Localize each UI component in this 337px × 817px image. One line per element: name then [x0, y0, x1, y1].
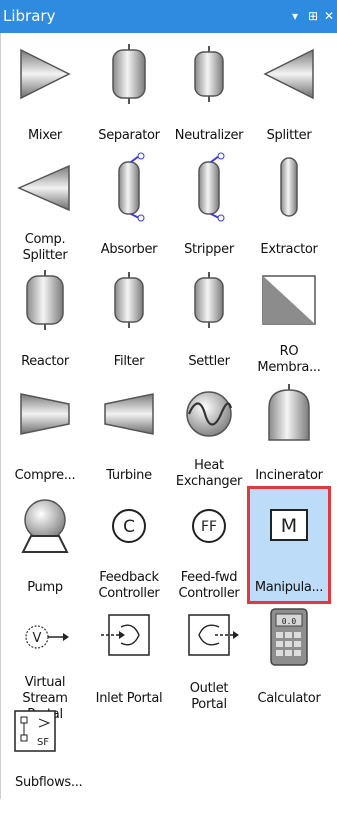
outlet-portal-icon [169, 603, 249, 669]
library-item-settler[interactable]: Settler [169, 262, 249, 376]
library-item-incinerator[interactable]: Incinerator [249, 376, 329, 490]
library-item-label: Settler [188, 354, 230, 369]
library-item-label: Pump [27, 580, 63, 595]
manipulator-icon: M [249, 492, 329, 558]
comp-splitter-icon [5, 154, 85, 220]
library-item-label: Manipula... [254, 580, 324, 595]
ro-membrane-icon [249, 266, 329, 332]
library-title-bar: Library ▾ ⊞ ✕ [0, 0, 337, 33]
library-item-stripper[interactable]: Stripper [169, 150, 249, 264]
library-item-label: Splitter [266, 128, 312, 143]
svg-text:V: V [33, 631, 42, 646]
library-item-subflows[interactable]: SF Subflows... [5, 703, 85, 817]
library-item-label: Absorber [100, 242, 158, 257]
library-item-label: Subflows... [15, 775, 83, 790]
turbine-icon [89, 380, 169, 446]
svg-text:SF: SF [37, 737, 49, 748]
reactor-icon [5, 266, 85, 332]
library-item-label: Heat Exchanger [175, 458, 243, 489]
svg-text:FF: FF [201, 519, 217, 535]
subflows-icon: SF [5, 707, 93, 773]
inlet-portal-icon [89, 603, 169, 669]
library-item-label: Stripper [184, 242, 234, 257]
library-item-neutralizer[interactable]: Neutralizer [169, 36, 249, 150]
library-item-absorber[interactable]: Absorber [89, 150, 169, 264]
library-item-label: Feedback Controller [98, 570, 160, 601]
library-item-pump[interactable]: Pump [5, 488, 85, 602]
library-item-feedforward-controller[interactable]: FF Feed-fwd Controller [169, 488, 249, 602]
virtual-stream-portal-icon: V [5, 603, 85, 669]
feedforward-controller-icon: FF [169, 492, 249, 558]
separator-icon [89, 40, 169, 106]
heat-exchanger-icon [169, 380, 249, 446]
library-item-label: Outlet Portal [189, 681, 229, 712]
library-item-label: Feed-fwd Controller [178, 570, 240, 601]
library-item-splitter[interactable]: Splitter [249, 36, 329, 150]
extractor-icon [249, 154, 329, 220]
library-item-calculator[interactable]: 0.0 Calculator [249, 599, 329, 713]
library-item-label: Extractor [260, 242, 318, 257]
svg-text:C: C [123, 517, 135, 537]
library-item-heat-exchanger[interactable]: Heat Exchanger [169, 376, 249, 490]
library-item-label: Mixer [28, 128, 62, 143]
absorber-icon [89, 152, 169, 222]
stripper-icon [169, 152, 249, 222]
neutralizer-icon [169, 40, 249, 106]
mixer-icon [5, 40, 85, 106]
close-icon[interactable]: ✕ [324, 9, 334, 23]
splitter-icon [249, 40, 329, 106]
library-item-label: Separator [98, 128, 160, 143]
pump-icon [5, 492, 85, 558]
library-item-inlet-portal[interactable]: Inlet Portal [89, 599, 169, 713]
library-item-mixer[interactable]: Mixer [5, 36, 85, 150]
library-item-label: Compre... [14, 468, 76, 483]
library-item-compressor[interactable]: Compre... [5, 376, 85, 490]
library-item-reactor[interactable]: Reactor [5, 262, 85, 376]
library-item-manipulator[interactable]: M Manipula... [247, 486, 331, 604]
pin-icon[interactable]: ⊞ [308, 9, 318, 23]
library-item-label: Turbine [106, 468, 152, 483]
library-item-label: Calculator [257, 691, 321, 706]
svg-text:M: M [281, 515, 297, 537]
library-item-separator[interactable]: Separator [89, 36, 169, 150]
library-item-feedback-controller[interactable]: C Feedback Controller [89, 488, 169, 602]
library-item-comp-splitter[interactable]: Comp. Splitter [5, 150, 85, 264]
library-panel: Mixer Separator Neutralizer Splitter Com… [0, 33, 337, 799]
library-item-ro-membrane[interactable]: RO Membra... [249, 262, 329, 376]
feedback-controller-icon: C [89, 492, 169, 558]
library-item-label: Incinerator [255, 468, 323, 483]
panel-title: Library [3, 7, 56, 25]
library-item-virtual-stream-portal[interactable]: V Virtual Stream Portal [5, 599, 85, 722]
library-item-label: Filter [113, 354, 145, 369]
incinerator-icon [249, 380, 329, 446]
compressor-icon [5, 380, 85, 446]
library-item-label: Neutralizer [174, 128, 244, 143]
library-item-label: Inlet Portal [95, 691, 163, 706]
library-item-label: Comp. Splitter [22, 232, 68, 263]
library-item-label: Reactor [21, 354, 69, 369]
library-item-turbine[interactable]: Turbine [89, 376, 169, 490]
library-item-filter[interactable]: Filter [89, 262, 169, 376]
library-item-extractor[interactable]: Extractor [249, 150, 329, 264]
dropdown-icon[interactable]: ▾ [292, 9, 298, 23]
calculator-icon: 0.0 [249, 603, 329, 669]
settler-icon [169, 266, 249, 332]
library-item-label: RO Membra... [257, 344, 321, 375]
library-item-outlet-portal[interactable]: Outlet Portal [169, 599, 249, 713]
svg-text:0.0: 0.0 [282, 617, 297, 626]
filter-icon [89, 266, 169, 332]
